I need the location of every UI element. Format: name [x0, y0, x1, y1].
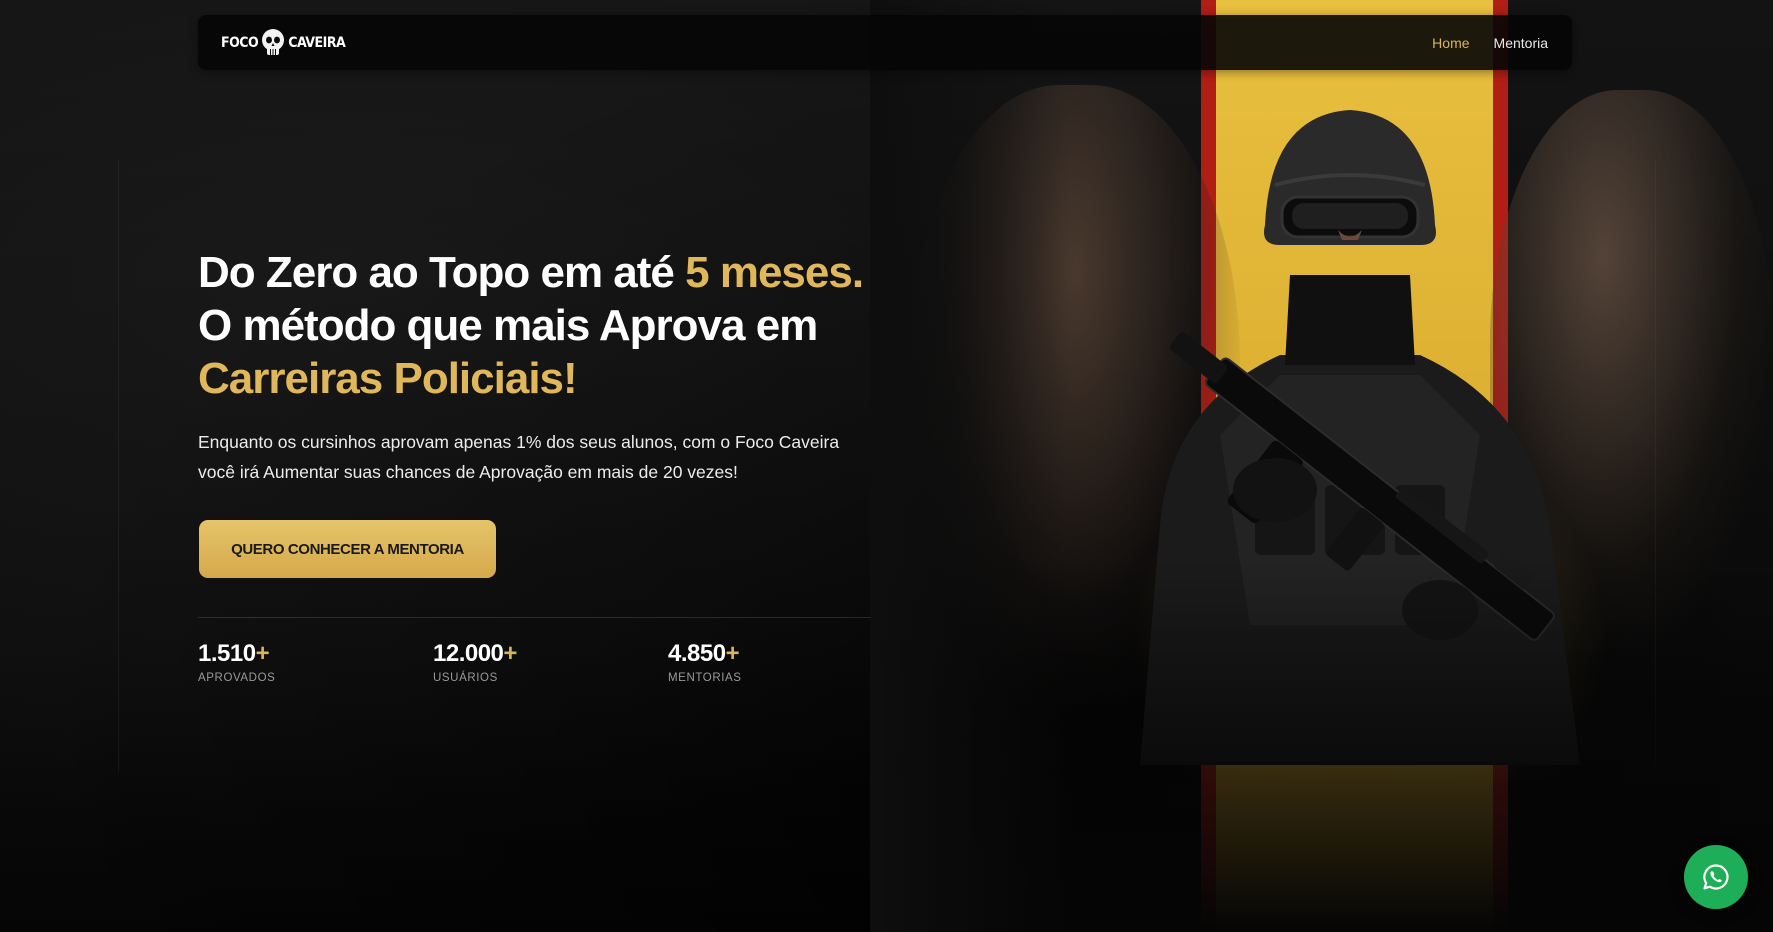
hero-headline: Do Zero ao Topo em até 5 meses. O método… [198, 246, 878, 405]
stat-users: 12.000+ USUÁRIOS [433, 638, 517, 684]
headline-part-2: O método que mais Aprova em [198, 301, 818, 350]
divider [198, 617, 871, 618]
nav-link-mentoria[interactable]: Mentoria [1494, 35, 1548, 51]
stat-number: 12.000 [433, 640, 504, 667]
stat-value: 4.850+ [668, 638, 742, 670]
stat-approved: 1.510+ APROVADOS [198, 638, 275, 684]
whatsapp-button[interactable] [1684, 845, 1748, 909]
nav-link-home[interactable]: Home [1432, 35, 1469, 51]
stat-label: USUÁRIOS [433, 672, 498, 684]
stat-label: MENTORIAS [668, 672, 742, 684]
stat-value: 1.510+ [198, 638, 275, 670]
hero-image [870, 0, 1773, 932]
image-fade [870, 0, 1773, 932]
logo-text-left: FOCO [221, 35, 259, 51]
stat-plus: + [725, 640, 740, 667]
stat-value: 12.000+ [433, 638, 517, 670]
whatsapp-icon [1703, 864, 1729, 890]
navbar: FOCO CAVEIRA Home Mentoria [198, 15, 1572, 70]
headline-highlight-1: 5 meses. [685, 248, 864, 297]
stat-mentorships: 4.850+ MENTORIAS [668, 638, 742, 684]
stat-label: APROVADOS [198, 672, 276, 684]
headline-highlight-2: Carreiras Policiais! [198, 354, 578, 403]
stat-number: 4.850 [668, 640, 726, 667]
cta-button[interactable]: QUERO CONHECER A MENTORIA [199, 520, 496, 578]
nav-links: Home Mentoria [1432, 15, 1548, 70]
logo[interactable]: FOCO CAVEIRA [221, 28, 346, 58]
stat-plus: + [255, 640, 270, 667]
logo-text-right: CAVEIRA [288, 35, 346, 51]
stat-number: 1.510 [198, 640, 256, 667]
skull-icon [262, 29, 285, 55]
hero-subtitle: Enquanto os cursinhos aprovam apenas 1% … [198, 432, 840, 482]
decorative-line [118, 160, 119, 772]
stat-plus: + [503, 640, 517, 667]
headline-part-1: Do Zero ao Topo em até [198, 248, 686, 297]
